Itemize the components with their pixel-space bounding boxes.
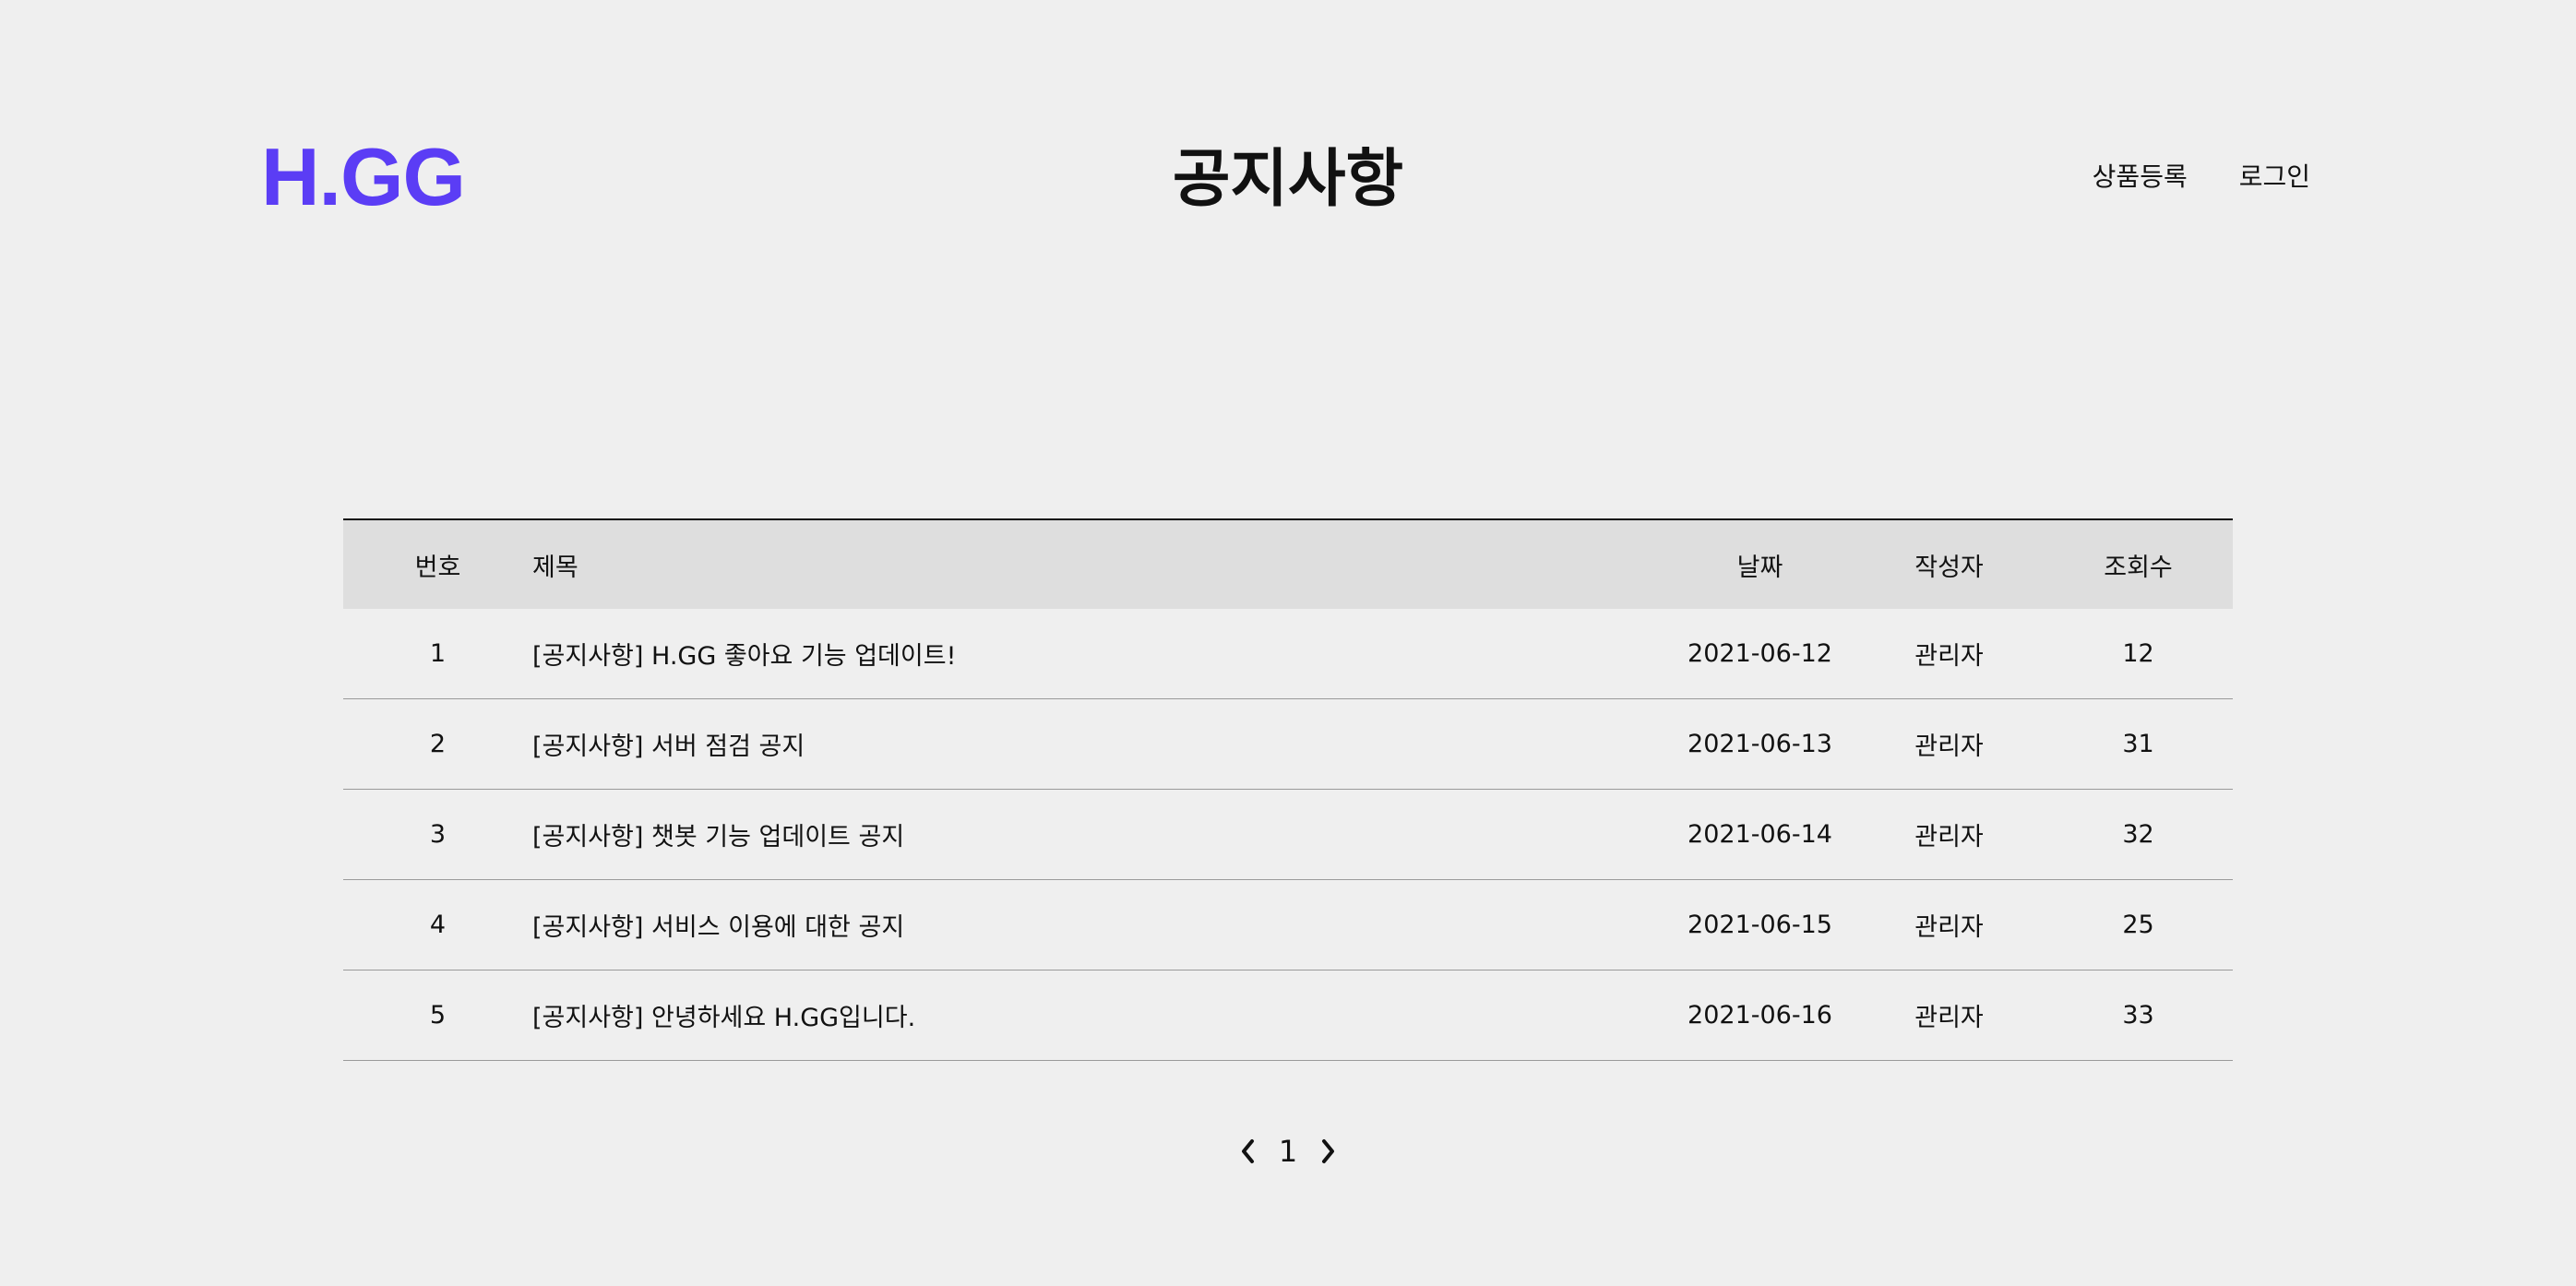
row-author: 관리자: [1914, 823, 1984, 851]
row-date: 2021-06-14: [1688, 820, 1832, 849]
page-number[interactable]: 1: [1279, 1124, 1297, 1179]
row-date: 2021-06-16: [1688, 1001, 1832, 1030]
top-nav: 상품등록 로그인: [2093, 157, 2310, 197]
table-row[interactable]: 5 [공지사항] 안녕하세요 H.GG입니다. 2021-06-16 관리자 3…: [343, 970, 2233, 1061]
row-number: 1: [429, 639, 447, 668]
row-title-link[interactable]: [공지사항] 서비스 이용에 대한 공지: [532, 907, 1665, 943]
row-views: 25: [2122, 911, 2154, 939]
table-row[interactable]: 2 [공지사항] 서버 점검 공지 2021-06-13 관리자 31: [343, 699, 2233, 790]
column-header-title: 제목: [532, 553, 578, 582]
column-header-number: 번호: [414, 553, 461, 582]
table-row[interactable]: 3 [공지사항] 챗봇 기능 업데이트 공지 2021-06-14 관리자 32: [343, 790, 2233, 880]
row-number: 3: [429, 820, 447, 849]
row-views: 12: [2122, 639, 2154, 668]
row-author: 관리자: [1914, 913, 1984, 942]
row-number: 5: [429, 1001, 447, 1030]
row-title-link[interactable]: [공지사항] H.GG 좋아요 기능 업데이트!: [532, 636, 1665, 672]
nav-login[interactable]: 로그인: [2239, 157, 2310, 197]
row-title-link[interactable]: [공지사항] 안녕하세요 H.GG입니다.: [532, 997, 1665, 1033]
chevron-left-icon[interactable]: [1234, 1137, 1262, 1165]
pagination: 1: [0, 1124, 2576, 1179]
row-author: 관리자: [1914, 642, 1984, 671]
row-date: 2021-06-13: [1688, 730, 1832, 758]
table-header: 번호 제목 날짜 작성자 조회수: [343, 520, 2233, 609]
table-row[interactable]: 4 [공지사항] 서비스 이용에 대한 공지 2021-06-15 관리자 25: [343, 880, 2233, 970]
nav-register-product[interactable]: 상품등록: [2093, 157, 2188, 197]
row-views: 31: [2122, 730, 2154, 758]
row-title-link[interactable]: [공지사항] 챗봇 기능 업데이트 공지: [532, 816, 1665, 852]
row-title-link[interactable]: [공지사항] 서버 점검 공지: [532, 726, 1665, 762]
column-header-date: 날짜: [1736, 553, 1783, 582]
row-date: 2021-06-12: [1688, 639, 1832, 668]
table-row[interactable]: 1 [공지사항] H.GG 좋아요 기능 업데이트! 2021-06-12 관리…: [343, 609, 2233, 699]
row-number: 4: [429, 911, 447, 939]
row-views: 32: [2122, 820, 2154, 849]
column-header-views: 조회수: [2104, 553, 2173, 582]
row-author: 관리자: [1914, 1004, 1984, 1032]
notice-table: 번호 제목 날짜 작성자 조회수 1 [공지사항] H.GG 좋아요 기능 업데…: [343, 518, 2233, 1061]
column-header-author: 작성자: [1914, 553, 1984, 582]
row-number: 2: [429, 730, 447, 758]
row-views: 33: [2122, 1001, 2154, 1030]
chevron-right-icon[interactable]: [1314, 1137, 1342, 1165]
row-date: 2021-06-15: [1688, 911, 1832, 939]
row-author: 관리자: [1914, 732, 1984, 761]
